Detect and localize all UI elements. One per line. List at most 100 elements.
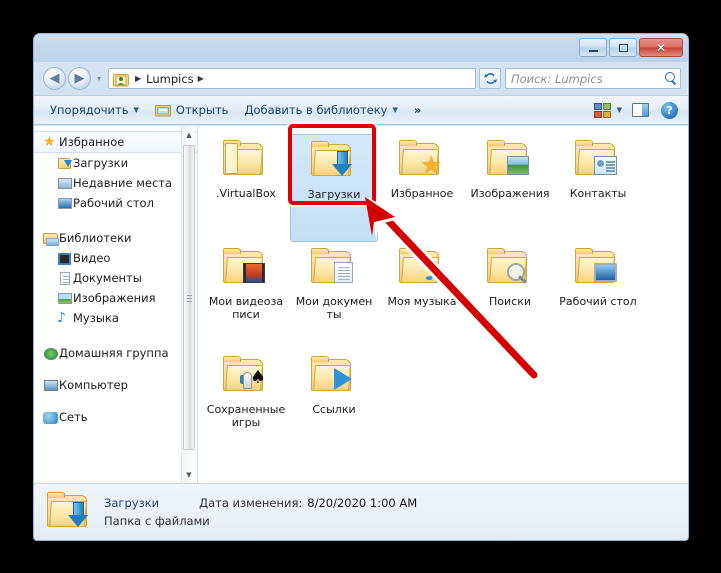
sidebar-item-homegroup[interactable]: Домашняя группа — [34, 343, 197, 363]
nav-gap — [34, 363, 197, 375]
sidebar-item-label: Музыка — [73, 311, 119, 325]
scrollbar-thumb[interactable] — [183, 145, 195, 450]
sidebar-item-documents[interactable]: Документы — [34, 268, 197, 288]
file-item-my-videos[interactable]: Мои видеозаписи — [202, 242, 290, 350]
search-icon — [664, 72, 677, 85]
documents-icon — [57, 271, 73, 286]
file-item-my-documents[interactable]: Мои документы — [290, 242, 378, 350]
close-button[interactable]: ✕ — [639, 38, 683, 57]
search-input[interactable]: Поиск: Lumpics — [511, 72, 664, 86]
history-dropdown-button[interactable]: ▾ — [92, 74, 106, 83]
sidebar-item-label: Изображения — [73, 291, 156, 305]
preview-pane-toggle[interactable] — [632, 103, 649, 117]
star-icon: ★ — [43, 133, 56, 150]
file-item-my-music[interactable]: ♪ Моя музыка — [378, 242, 466, 350]
sidebar-item-downloads[interactable]: Загрузки — [34, 153, 197, 173]
downloads-folder-icon — [46, 492, 90, 532]
pictures-folder-icon — [486, 140, 534, 182]
scroll-down-icon[interactable]: ▼ — [182, 467, 196, 482]
saved-games-folder-icon: ♠ — [222, 356, 270, 398]
back-button[interactable]: ◀ — [43, 67, 66, 90]
file-item-label: Изображения — [470, 187, 550, 200]
file-item-searches[interactable]: Поиски — [466, 242, 554, 350]
file-item-links[interactable]: Ссылки — [290, 350, 378, 458]
sidebar-item-label: Недавние места — [73, 176, 173, 190]
details-date-label: Дата изменения: — [199, 496, 303, 510]
refresh-button[interactable] — [479, 68, 501, 89]
back-arrow-icon: ◀ — [49, 71, 60, 86]
maximize-button[interactable] — [609, 38, 637, 57]
minimize-button[interactable] — [579, 38, 607, 57]
help-icon[interactable]: ? — [661, 101, 678, 119]
chevron-down-icon: ▼ — [133, 106, 139, 114]
sidebar-item-label: Библиотеки — [59, 231, 132, 245]
user-folder-icon — [113, 72, 129, 86]
sidebar-item-pictures[interactable]: Изображения — [34, 288, 197, 308]
explorer-window: ✕ ◀ ▶ ▾ ▶ Lumpics ▶ Поиск: Lumpics Упоря… — [33, 33, 689, 541]
file-item-desktop[interactable]: Рабочий стол — [554, 242, 642, 350]
downloads-folder-icon — [310, 141, 358, 183]
file-list-pane[interactable]: .VirtualBox Загрузки ★ Избранное Изображ… — [198, 126, 688, 483]
refresh-icon — [483, 73, 497, 84]
details-item-name: Загрузки — [104, 496, 160, 510]
music-icon: ♪ — [57, 309, 66, 326]
views-chevron-down-icon[interactable]: ▼ — [617, 106, 622, 114]
add-to-library-button[interactable]: Добавить в библиотеку ▼ — [236, 99, 405, 121]
sidebar-item-network[interactable]: Сеть — [34, 407, 197, 427]
maximize-icon — [618, 43, 628, 52]
file-item-label: Моя музыка — [387, 295, 457, 308]
video-icon — [57, 251, 73, 266]
views-icon[interactable] — [593, 102, 611, 118]
file-item-label: Поиски — [489, 295, 531, 308]
file-item-label: Загрузки — [307, 188, 361, 201]
sidebar-item-libraries[interactable]: Библиотеки — [34, 228, 197, 248]
homegroup-icon — [43, 346, 59, 361]
sidebar-item-video[interactable]: Видео — [34, 248, 197, 268]
breadcrumb-separator-2[interactable]: ▶ — [198, 74, 204, 83]
file-item-label: Избранное — [390, 187, 454, 200]
window-controls: ✕ — [579, 38, 683, 57]
sidebar-item-favorites[interactable]: ★ Избранное — [34, 131, 197, 153]
file-item-contacts[interactable]: Контакты — [554, 134, 642, 242]
command-toolbar: Упорядочить ▼ Открыть Добавить в библиот… — [34, 95, 688, 125]
content-area: ★ Избранное Загрузки Недавние места Рабо… — [34, 126, 688, 483]
file-item-saved-games[interactable]: ♠ Сохраненные игры — [202, 350, 290, 458]
details-date-value: 8/20/2020 1:00 AM — [307, 496, 418, 510]
overflow-label: » — [413, 103, 422, 117]
nav-group-libraries: Библиотеки Видео Документы Изображения ♪… — [34, 228, 197, 328]
documents-folder-icon — [310, 248, 358, 290]
computer-icon — [43, 378, 59, 393]
recent-places-icon — [57, 176, 73, 191]
open-button[interactable]: Открыть — [147, 99, 237, 121]
videos-folder-icon — [222, 248, 270, 290]
file-item-favorites[interactable]: ★ Избранное — [378, 134, 466, 242]
sidebar-item-computer[interactable]: Компьютер — [34, 375, 197, 395]
toolbar-overflow-button[interactable]: » — [406, 99, 429, 121]
sidebar-item-music[interactable]: ♪ Музыка — [34, 308, 197, 328]
favorites-folder-icon: ★ — [398, 140, 446, 182]
organize-button[interactable]: Упорядочить ▼ — [42, 99, 147, 121]
file-item-pictures[interactable]: Изображения — [466, 134, 554, 242]
file-item-label: Контакты — [569, 187, 627, 200]
libraries-icon — [43, 231, 59, 246]
scroll-up-icon[interactable]: ▲ — [182, 127, 196, 142]
sidebar-item-label: Компьютер — [59, 378, 128, 392]
breadcrumb-item-lumpics[interactable]: Lumpics — [146, 72, 194, 86]
file-item-downloads[interactable]: Загрузки — [290, 134, 378, 242]
sidebar-item-label: Видео — [73, 251, 111, 265]
address-bar[interactable]: ▶ Lumpics ▶ — [108, 68, 476, 89]
search-box[interactable]: Поиск: Lumpics — [505, 68, 681, 89]
sidebar-item-label: Рабочий стол — [73, 196, 154, 210]
nav-gap — [34, 216, 197, 228]
details-item-type: Папка с файлами — [104, 514, 210, 528]
sidebar-item-desktop[interactable]: Рабочий стол — [34, 193, 197, 213]
nav-gap — [34, 395, 197, 407]
open-folder-icon — [154, 103, 171, 117]
file-item-virtualbox[interactable]: .VirtualBox — [202, 134, 290, 242]
sidebar-item-label: Сеть — [59, 410, 88, 424]
forward-button[interactable]: ▶ — [68, 67, 91, 90]
sidebar-scrollbar[interactable]: ▲ ▼ — [181, 126, 195, 483]
sidebar-item-recent-places[interactable]: Недавние места — [34, 173, 197, 193]
open-label: Открыть — [175, 103, 229, 117]
title-bar: ✕ — [34, 34, 688, 62]
